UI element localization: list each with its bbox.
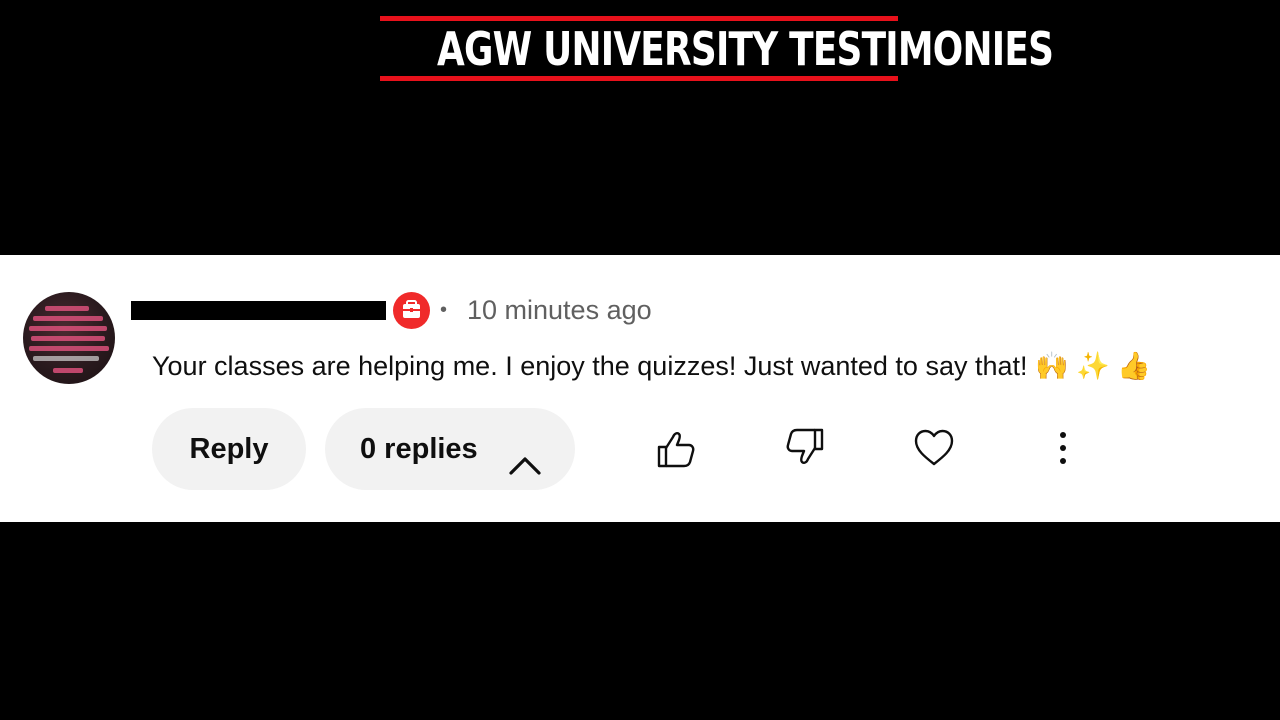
avatar-art: [31, 336, 105, 341]
avatar-art: [29, 346, 109, 351]
title-rule-top: [380, 16, 898, 21]
replies-count-label: 0 replies: [360, 433, 478, 465]
more-vertical-icon[interactable]: [1042, 428, 1084, 470]
thumbs-down-icon[interactable]: [784, 426, 826, 468]
title-banner: AGW UNIVERSITY TESTIMONIES: [380, 16, 1054, 82]
comment-card: • 10 minutes ago Your classes are helpin…: [0, 255, 1280, 522]
page-title: AGW UNIVERSITY TESTIMONIES: [436, 22, 1054, 76]
avatar-art: [33, 316, 103, 321]
title-rule-bottom: [380, 76, 898, 81]
avatar-art: [33, 356, 99, 361]
thumbs-up-icon[interactable]: [655, 428, 697, 470]
reply-button-label: Reply: [189, 433, 269, 465]
comment-body: Your classes are helping me. I enjoy the…: [152, 351, 1151, 381]
avatar-art: [45, 306, 89, 311]
heart-icon[interactable]: [913, 427, 955, 469]
reply-button[interactable]: Reply: [152, 408, 306, 490]
comment-timestamp[interactable]: 10 minutes ago: [467, 292, 652, 328]
chevron-up-icon: [508, 433, 542, 515]
member-badge-icon: [393, 292, 430, 329]
replies-toggle-button[interactable]: 0 replies: [325, 408, 575, 490]
meta-separator: •: [440, 299, 448, 321]
avatar-art: [29, 326, 107, 331]
avatar[interactable]: [23, 292, 115, 384]
avatar-art: [53, 368, 83, 373]
screen: AGW UNIVERSITY TESTIMONIES • 10 minutes …: [0, 0, 1280, 720]
author-name-redacted: [131, 301, 386, 320]
